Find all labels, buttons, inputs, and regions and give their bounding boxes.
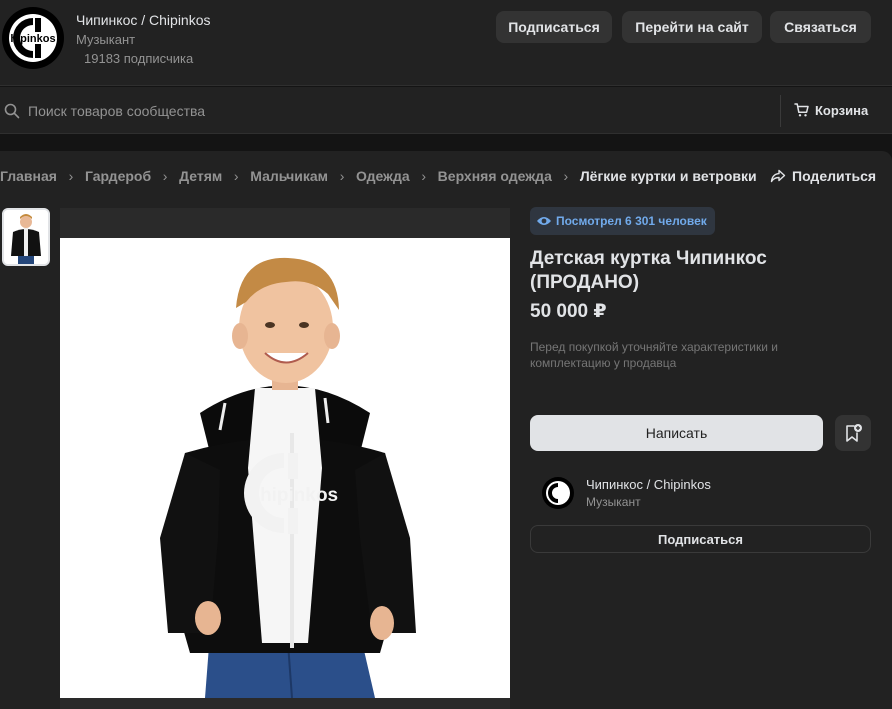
add-to-favorites-button[interactable] xyxy=(835,415,871,451)
go-to-site-button[interactable]: Перейти на сайт xyxy=(622,11,762,43)
community-header: hipinkos Чипинкос / Chipinkos Музыкант 1… xyxy=(0,0,892,86)
subscribe-button[interactable]: Подписаться xyxy=(496,11,612,43)
seller-avatar[interactable] xyxy=(542,477,574,509)
subscriber-count[interactable]: 19183 подписчика xyxy=(84,51,193,66)
seller-subscribe-button[interactable]: Подписаться xyxy=(530,525,871,553)
view-count-badge: Посмотрел 6 301 человек xyxy=(530,207,715,235)
chevron-right-icon: › xyxy=(421,168,426,184)
chevron-right-icon: › xyxy=(563,168,569,184)
product-card: Главная › Гардероб › Детям › Мальчикам ›… xyxy=(0,151,892,709)
chevron-right-icon: › xyxy=(339,168,345,184)
write-seller-button[interactable]: Написать xyxy=(530,415,823,451)
product-gallery: hipinkos xyxy=(60,208,510,709)
share-icon xyxy=(770,169,786,183)
seller-name[interactable]: Чипинкос / Chipinkos xyxy=(586,477,711,492)
product-thumbnail-image xyxy=(4,210,48,264)
contact-button[interactable]: Связаться xyxy=(770,11,871,43)
search-icon xyxy=(4,103,20,119)
jacket-print-text: hipinkos xyxy=(260,485,338,506)
product-price: 50 000 ₽ xyxy=(530,301,607,322)
breadcrumb-item-home[interactable]: Главная xyxy=(0,168,57,184)
search-divider xyxy=(780,95,781,127)
community-category: Музыкант xyxy=(76,32,136,47)
breadcrumb: Главная › Гардероб › Детям › Мальчикам ›… xyxy=(0,168,757,184)
product-photo[interactable]: hipinkos xyxy=(60,238,510,698)
breadcrumb-item-wardrobe[interactable]: Гардероб xyxy=(85,168,151,184)
search-bar: Корзина xyxy=(0,87,892,134)
cart-label: Корзина xyxy=(815,102,869,118)
breadcrumb-item-boys[interactable]: Мальчикам xyxy=(250,168,328,184)
cart-icon xyxy=(794,103,809,117)
product-title: Детская куртка Чипинкос (ПРОДАНО) xyxy=(530,248,767,293)
community-logo[interactable]: hipinkos xyxy=(2,7,64,69)
chevron-right-icon: › xyxy=(68,168,74,184)
chevron-right-icon: › xyxy=(162,168,168,184)
cart-button[interactable]: Корзина xyxy=(794,102,868,118)
product-note: Перед покупкой уточняйте характеристики … xyxy=(530,340,778,370)
seller-role: Музыкант xyxy=(586,495,641,509)
product-photo-image: hipinkos xyxy=(60,238,510,698)
view-count-text: Посмотрел 6 301 человек xyxy=(556,214,707,228)
share-label: Поделиться xyxy=(792,168,877,184)
product-thumbnail[interactable] xyxy=(2,208,50,266)
breadcrumb-item-clothing[interactable]: Одежда xyxy=(356,168,410,184)
logo-text: hipinkos xyxy=(10,33,55,45)
search-input[interactable] xyxy=(28,101,628,121)
eye-icon xyxy=(537,217,551,225)
share-button[interactable]: Поделиться xyxy=(770,168,876,184)
community-name[interactable]: Чипинкос / Chipinkos xyxy=(76,12,211,28)
bookmark-add-icon xyxy=(846,424,862,442)
breadcrumb-item-kids[interactable]: Детям xyxy=(179,168,222,184)
breadcrumb-item-outerwear[interactable]: Верхняя одежда xyxy=(438,168,552,184)
breadcrumb-item-current: Лёгкие куртки и ветровки xyxy=(579,168,757,184)
chevron-right-icon: › xyxy=(233,168,239,184)
